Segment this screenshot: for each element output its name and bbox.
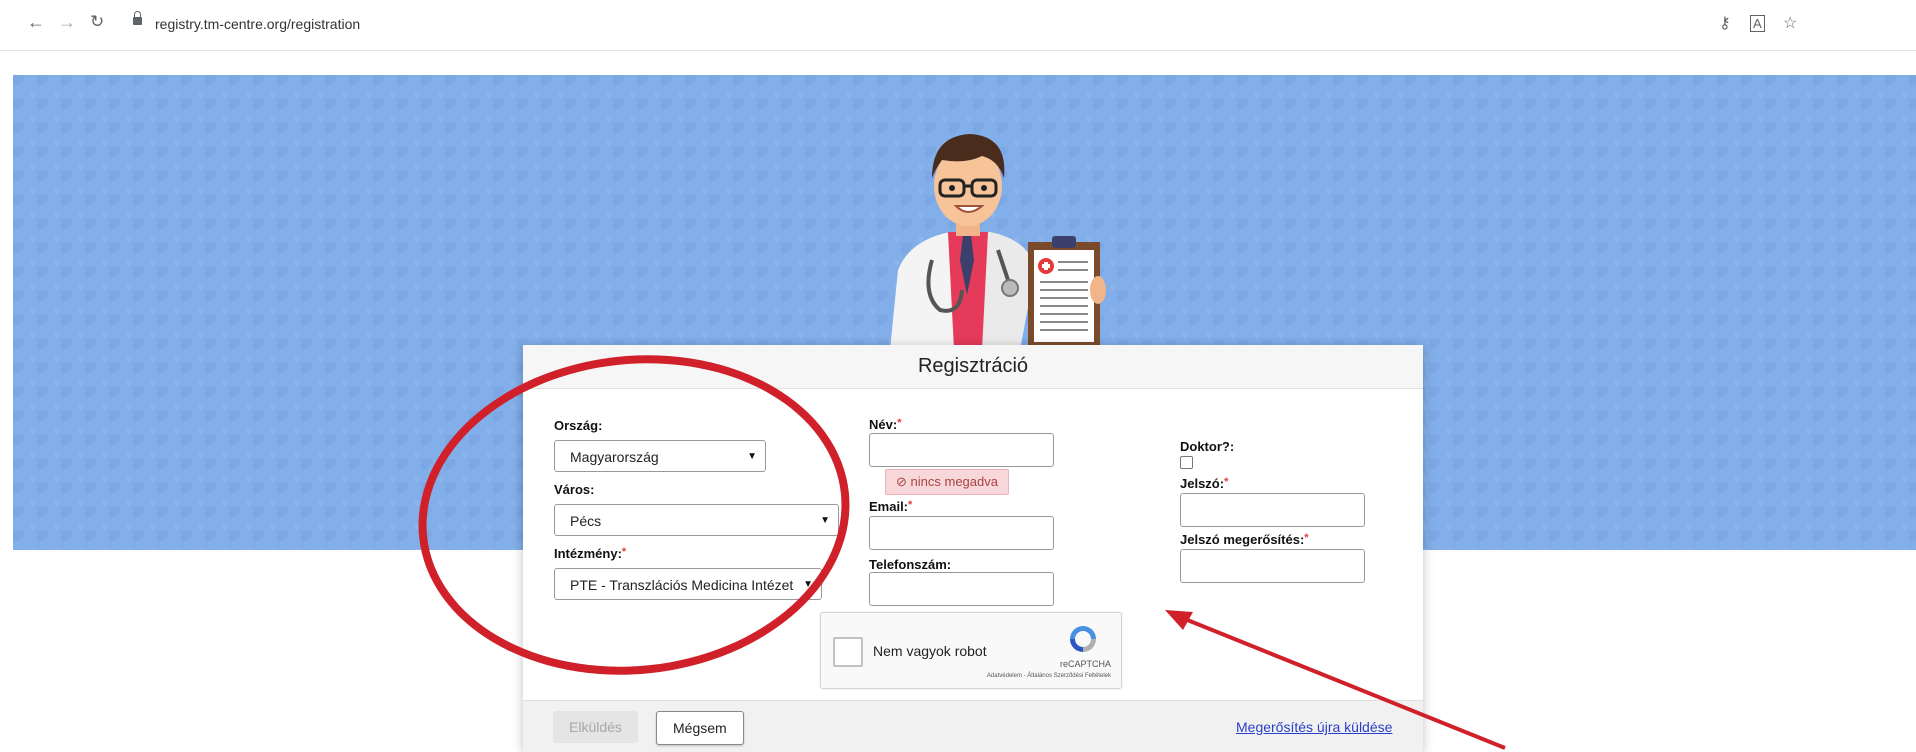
lock-icon xyxy=(133,11,142,25)
phone-label: Telefonszám: xyxy=(869,557,952,572)
required-mark: * xyxy=(897,417,902,429)
ban-icon: ⊘ xyxy=(896,474,907,489)
recaptcha-widget: Nem vagyok robot reCAPTCHA Adatvédelem -… xyxy=(820,612,1122,689)
required-mark: * xyxy=(1224,476,1229,488)
name-input[interactable] xyxy=(869,433,1054,467)
password-input[interactable] xyxy=(1180,493,1365,527)
required-mark: * xyxy=(908,499,913,511)
recaptcha-checkbox[interactable] xyxy=(833,637,863,667)
reload-icon[interactable]: ↻ xyxy=(90,12,104,32)
name-label: Név:* xyxy=(869,417,902,432)
doctor-label: Doktor?: xyxy=(1180,439,1235,454)
phone-input[interactable] xyxy=(869,572,1054,606)
translate-icon[interactable]: A xyxy=(1750,15,1765,32)
required-mark: * xyxy=(1304,532,1309,544)
cancel-button[interactable]: Mégsem xyxy=(656,711,744,745)
arrow-left-icon[interactable]: ← xyxy=(27,12,45,33)
recaptcha-text: Nem vagyok robot xyxy=(873,643,987,659)
send-button[interactable]: Elküldés xyxy=(553,711,638,743)
password-confirm-label: Jelszó megerősítés:* xyxy=(1180,532,1309,547)
email-label: Email:* xyxy=(869,499,913,514)
name-error-badge: ⊘ nincs megadva xyxy=(885,469,1009,495)
key-icon[interactable]: ⚷ xyxy=(1719,13,1731,33)
doctor-checkbox[interactable] xyxy=(1180,456,1193,469)
doctor-illustration xyxy=(890,134,1106,350)
recaptcha-terms[interactable]: Adatvédelem - Általános Szerződési Felté… xyxy=(987,673,1111,679)
recaptcha-logo-icon xyxy=(1070,626,1096,652)
browser-toolbar: ← → ↻ registry.tm-centre.org/registratio… xyxy=(0,0,1916,51)
star-icon[interactable]: ☆ xyxy=(1783,13,1797,33)
password-confirm-input[interactable] xyxy=(1180,549,1365,583)
arrow-right-icon[interactable]: → xyxy=(58,12,76,33)
password-label: Jelszó:* xyxy=(1180,476,1229,491)
recaptcha-brand: reCAPTCHA xyxy=(1059,659,1111,669)
annotation-arrow xyxy=(1165,610,1506,750)
address-bar[interactable]: registry.tm-centre.org/registration xyxy=(155,16,360,32)
email-input[interactable] xyxy=(869,516,1054,550)
